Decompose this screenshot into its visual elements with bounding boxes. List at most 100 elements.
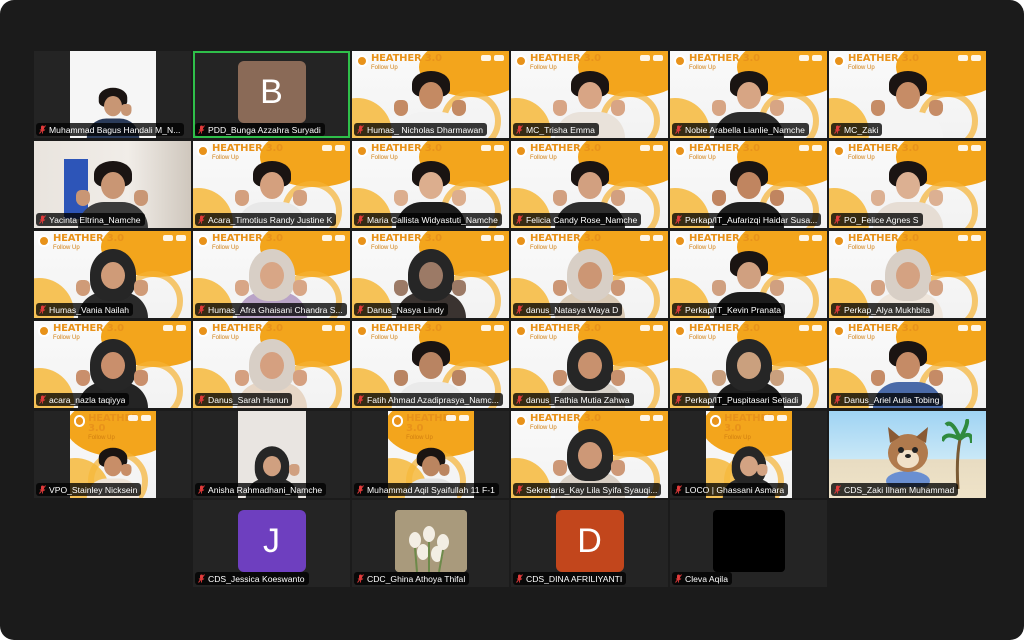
event-logo-icon: [833, 55, 845, 67]
hand-frame-gesture: [120, 464, 156, 476]
muted-mic-icon: [198, 485, 205, 494]
event-banner: HEATHER 3.0 Follow Up: [833, 144, 919, 161]
participant-tile[interactable]: D CDS_DINA AFRILIYANTI: [511, 500, 668, 587]
participant-name: Humas_Afra Ghaisani Chandra S...: [208, 304, 343, 315]
event-subtitle: Follow Up: [689, 335, 716, 341]
muted-mic-icon: [39, 125, 46, 134]
sponsor-logo-icon: [481, 235, 491, 241]
hand-shape: [134, 190, 148, 206]
face-shape: [262, 456, 281, 477]
event-logo-icon: [197, 145, 209, 157]
hand-shape: [712, 190, 726, 206]
participant-name: Fatih Ahmad Azadiprasya_Namc...: [367, 394, 499, 405]
participant-tile[interactable]: HEATHER 3.0 Follow Up danus_Fathia Mutia Z…: [511, 321, 668, 408]
participant-tile[interactable]: CDS_Zaki Ilham Muhammad: [829, 411, 986, 498]
sponsor-logo-icon: [763, 415, 774, 421]
event-banner-text: HEATHER 3.0 Follow Up: [530, 144, 601, 162]
participant-name-tag: Sekretaris_Kay Lila Syifa Syauqi...: [513, 483, 662, 496]
participant-tile[interactable]: CDC_Ghina Athoya Thifal: [352, 500, 509, 587]
participant-name-tag: Muhammad Aqil Syaifullah 11 F-1: [354, 483, 499, 496]
event-banner-text: HEATHER 3.0 Follow Up: [371, 234, 442, 252]
participant-tile[interactable]: HEATHER 3.0 Follow Up MC_Zaki: [829, 51, 986, 138]
muted-mic-icon: [357, 574, 364, 583]
participant-name-tag: Danus_Ariel Aulia Tobing: [831, 393, 944, 406]
participant-tile[interactable]: HEATHER 3.0 Follow Up Sekretaris_Kay Lila …: [511, 411, 668, 498]
participant-name: Perkap/IT_Aufarizqi Haidar Susa...: [685, 214, 818, 225]
participant-name-tag: MC_Trisha Emma: [513, 123, 599, 136]
event-banner-text: HEATHER 3.0 Follow Up: [53, 233, 124, 252]
participant-tile[interactable]: HEATHER 3.0 Follow Up Danus_Nasya Lindy: [352, 231, 509, 318]
participant-tile[interactable]: HEATHER 3.0 Follow Up Humas_ Nicholas Dhar…: [352, 51, 509, 138]
hand-shape: [553, 370, 567, 386]
participant-tile[interactable]: HEATHER 3.0 Follow Up Acara_Timotius Randy…: [193, 141, 350, 228]
event-banner-text: HEATHER 3.0 Follow Up: [848, 234, 919, 252]
event-banner: HEATHER 3.0 Follow Up: [515, 414, 601, 431]
event-logo-icon: [515, 325, 527, 337]
muted-mic-icon: [675, 215, 682, 224]
participant-tile[interactable]: HEATHER 3.0 Follow Up Humas_Vania Nailah: [34, 231, 191, 318]
sponsor-logos: [958, 145, 981, 151]
participant-tile[interactable]: J CDS_Jessica Koeswanto: [193, 500, 350, 587]
participant-name-tag: PDD_Bunga Azzahra Suryadi: [195, 123, 325, 136]
hand-shape: [611, 280, 625, 296]
event-banner: HEATHER 3.0 Follow Up: [515, 144, 601, 161]
participant-tile[interactable]: HEATHER 3.0 Follow Up Muhammad Aqil Syaifu…: [352, 411, 509, 498]
participant-tile[interactable]: HEATHER 3.0 Follow Up danus_Natasya Waya D: [511, 231, 668, 318]
event-subtitle: Follow Up: [689, 245, 716, 251]
muted-mic-icon: [357, 395, 364, 404]
participant-tile[interactable]: HEATHER 3.0 Follow Up VPO_Stainley Nicksei…: [34, 411, 191, 498]
participant-tile[interactable]: HEATHER 3.0 Follow Up Maria Callista Widya…: [352, 141, 509, 228]
participant-name-tag: Fatih Ahmad Azadiprasya_Namc...: [354, 393, 503, 406]
event-subtitle: Follow Up: [371, 155, 398, 161]
participant-name-tag: danus_Fathia Mutia Zahwa: [513, 393, 634, 406]
event-title: HEATHER 3.0: [530, 413, 601, 424]
sponsor-logo-icon: [140, 415, 151, 421]
participant-tile[interactable]: Anisha Rahmadhani_Namche: [193, 411, 350, 498]
participant-tile[interactable]: HEATHER 3.0 Follow Up Perkap/IT_Kevin Pran…: [670, 231, 827, 318]
participant-tile[interactable]: HEATHER 3.0 Follow Up Perkap/IT_Puspitasar…: [670, 321, 827, 408]
participant-tile[interactable]: HEATHER 3.0 Follow Up PO_Felice Agnes S: [829, 141, 986, 228]
event-title: HEATHER 3.0: [212, 323, 283, 334]
participant-tile[interactable]: HEATHER 3.0 Follow Up Nobie Arabella Lianl…: [670, 51, 827, 138]
hand-shape: [293, 370, 307, 386]
muted-mic-icon: [834, 215, 841, 224]
participant-tile[interactable]: HEATHER 3.0 Follow Up Humas_Afra Ghaisani …: [193, 231, 350, 318]
event-banner-text: HEATHER 3.0 Follow Up: [848, 144, 919, 162]
participant-tile[interactable]: HEATHER 3.0 Follow Up Danus_Sarah Hanun: [193, 321, 350, 408]
participant-tile[interactable]: HEATHER 3.0 Follow Up acara_nazla taqiyya: [34, 321, 191, 408]
hand-shape: [235, 190, 249, 206]
participant-tile[interactable]: Yacinta Eltrina_Namche: [34, 141, 191, 228]
participant-tile[interactable]: Cleva Aqila: [670, 500, 827, 587]
palm-tree-shape: [940, 417, 974, 490]
hand-frame-gesture: [394, 100, 466, 116]
participant-tile[interactable]: HEATHER 3.0 Follow Up Perkap/IT_Aufarizqi …: [670, 141, 827, 228]
hand-frame-gesture: [76, 190, 148, 206]
event-subtitle: Follow Up: [848, 245, 875, 251]
participant-tile[interactable]: B PDD_Bunga Azzahra Suryadi: [193, 51, 350, 138]
participant-name: Anisha Rahmadhani_Namche: [208, 484, 323, 495]
participant-tile[interactable]: HEATHER 3.0 Follow Up Fatih Ahmad Azadipra…: [352, 321, 509, 408]
sponsor-logo-icon: [335, 145, 345, 151]
event-banner: HEATHER 3.0 Follow Up: [674, 234, 760, 251]
sponsor-logo-icon: [653, 325, 663, 331]
participant-tile[interactable]: Muhammad Bagus Handali M_N...: [34, 51, 191, 138]
hand-frame-gesture: [76, 280, 148, 296]
hand-shape: [770, 100, 784, 116]
sponsor-logo-icon: [163, 325, 173, 331]
sponsor-logo-icon: [958, 235, 968, 241]
participant-tile[interactable]: HEATHER 3.0 Follow Up MC_Trisha Emma: [511, 51, 668, 138]
sponsor-logo-icon: [494, 145, 504, 151]
participant-tile[interactable]: HEATHER 3.0 Follow Up Felicia Candy Rose_N…: [511, 141, 668, 228]
profile-picture: [394, 510, 467, 572]
participant-tile[interactable]: HEATHER 3.0 Follow Up Perkap_Alya Mukhbita: [829, 231, 986, 318]
sponsor-logo-icon: [322, 235, 332, 241]
participant-tile[interactable]: HEATHER 3.0 Follow Up LOCO | Ghassani Asma…: [670, 411, 827, 498]
participant-tile[interactable]: HEATHER 3.0 Follow Up Danus_Ariel Aulia To…: [829, 321, 986, 408]
event-title: HEATHER 3.0: [53, 233, 124, 244]
sponsor-logo-icon: [776, 415, 787, 421]
event-banner-text: HEATHER 3.0 Follow Up: [212, 323, 283, 342]
sponsor-logo-icon: [971, 235, 981, 241]
event-logo-icon: [356, 55, 368, 67]
participant-gallery-last-row: J CDS_Jessica Koeswanto CDC_Ghina Athoya T…: [193, 500, 827, 587]
muted-mic-icon: [198, 305, 205, 314]
